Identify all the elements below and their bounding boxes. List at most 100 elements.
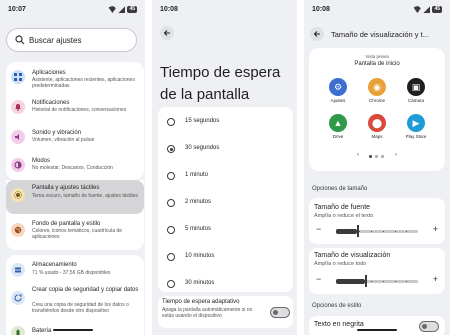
font-size-fill bbox=[336, 229, 357, 234]
slider-tick bbox=[359, 231, 361, 232]
app-name: Maps bbox=[371, 134, 383, 139]
back-button[interactable] bbox=[160, 26, 174, 40]
decrease-font-button[interactable]: − bbox=[316, 224, 321, 234]
preview-title: Pantalla de inicio bbox=[354, 61, 400, 67]
adaptive-timeout-toggle[interactable] bbox=[270, 307, 290, 318]
item-title: Notificaciones bbox=[32, 100, 70, 106]
page-title: Tamaño de visualización y t... bbox=[331, 30, 429, 39]
app-name: Drive bbox=[332, 134, 344, 139]
bold-text-toggle[interactable] bbox=[419, 321, 439, 332]
wifi-icon bbox=[108, 6, 117, 13]
gesture-handle[interactable] bbox=[52, 329, 93, 331]
adaptive-timeout-row[interactable]: Tiempo de espera adaptativo Apaga la pan… bbox=[158, 296, 293, 328]
item-subtitle: 71 % usado - 37,56 GB disponibles bbox=[32, 270, 111, 276]
search-bar[interactable]: Buscar ajustes bbox=[6, 28, 137, 52]
arrow-back-icon bbox=[163, 30, 170, 36]
increase-font-button[interactable]: + bbox=[433, 224, 438, 234]
app-name: Chrome bbox=[368, 98, 385, 103]
display-size-card: Tamaño de visualización Amplía o reduce … bbox=[309, 248, 445, 294]
display-size-thumb[interactable] bbox=[364, 275, 367, 287]
app-drive: ▲ Drive bbox=[323, 112, 353, 142]
settings-item-storage[interactable]: Almacenamiento 71 % usado - 37,56 GB dis… bbox=[6, 257, 144, 283]
option-5-minutes[interactable]: 5 minutos bbox=[158, 221, 293, 241]
slider-tick bbox=[371, 231, 373, 232]
radio-button[interactable] bbox=[167, 118, 175, 126]
settings-group-1: Aplicaciones Asistente, aplicaciones rec… bbox=[6, 62, 144, 180]
option-2-minutes[interactable]: 2 minutos bbox=[158, 194, 293, 214]
timeout-options: 15 segundos 30 segundos 1 minuto 2 minut… bbox=[158, 107, 293, 292]
option-1-minute[interactable]: 1 minuto bbox=[158, 167, 293, 187]
status-time: 10:08 bbox=[312, 6, 330, 13]
page-dot-active bbox=[369, 155, 372, 158]
display-size-slider[interactable]: − + bbox=[314, 274, 440, 287]
screen-timeout-panel: 10:08 Tiempo de espera de la pantalla 15… bbox=[152, 0, 297, 335]
section-header-size: Opciones de tamaño bbox=[312, 186, 368, 192]
option-30-seconds[interactable]: 30 segundos bbox=[158, 140, 293, 160]
option-10-minutes[interactable]: 10 minutos bbox=[158, 248, 293, 268]
settings-item-apps[interactable]: Aplicaciones Asistente, aplicaciones rec… bbox=[6, 64, 144, 92]
battery-icon bbox=[11, 326, 25, 335]
option-15-seconds[interactable]: 15 segundos bbox=[158, 113, 293, 133]
display-size-title: Tamaño de visualización bbox=[314, 252, 391, 259]
camera-icon: ▣ bbox=[407, 78, 425, 96]
search-placeholder: Buscar ajustes bbox=[29, 36, 82, 45]
slider-tick bbox=[406, 281, 408, 282]
option-label: 1 minuto bbox=[185, 172, 209, 178]
brightness-icon bbox=[11, 188, 25, 202]
item-title: Almacenamiento bbox=[32, 262, 77, 268]
palette-icon bbox=[11, 223, 25, 237]
settings-item-modes[interactable]: Modos No molestar, Descanso, Conducción bbox=[6, 152, 144, 178]
option-label: 10 minutos bbox=[185, 253, 215, 259]
display-size-fill bbox=[336, 279, 365, 284]
radio-button-selected[interactable] bbox=[167, 145, 175, 153]
slider-tick bbox=[382, 281, 384, 282]
gear-icon: ⚙ bbox=[329, 78, 347, 96]
status-time: 10:07 bbox=[8, 6, 26, 13]
app-name: Play Store bbox=[405, 134, 427, 139]
item-subtitle: Historial de notificaciones, conversacio… bbox=[32, 107, 127, 113]
settings-item-sound[interactable]: Sonido y vibración Volumen, vibración al… bbox=[6, 124, 144, 150]
radio-button[interactable] bbox=[167, 253, 175, 261]
font-size-thumb[interactable] bbox=[356, 225, 359, 237]
settings-group-3: Almacenamiento 71 % usado - 37,56 GB dis… bbox=[6, 255, 144, 335]
search-icon bbox=[15, 35, 25, 45]
app-name: Cámara bbox=[407, 98, 424, 103]
chevron-right-icon[interactable]: › bbox=[395, 152, 397, 158]
bell-icon bbox=[11, 100, 25, 114]
radio-button[interactable] bbox=[167, 199, 175, 207]
back-button[interactable] bbox=[310, 27, 324, 41]
increase-display-button[interactable]: + bbox=[433, 274, 438, 284]
settings-panel: 10:07 45 Buscar ajustes Aplicaciones Asi… bbox=[0, 0, 145, 335]
option-30-minutes[interactable]: 30 minutos bbox=[158, 275, 293, 295]
radio-button[interactable] bbox=[167, 280, 175, 288]
radio-button[interactable] bbox=[167, 172, 175, 180]
decrease-display-button[interactable]: − bbox=[316, 274, 321, 284]
item-title: Batería bbox=[32, 328, 52, 334]
item-title: Modos bbox=[32, 158, 51, 164]
status-bar: 10:07 45 bbox=[8, 6, 137, 16]
settings-item-backup[interactable]: Crear copia de seguridad y copiar datos … bbox=[6, 283, 144, 323]
status-bar: 10:08 bbox=[160, 6, 289, 16]
settings-item-display[interactable]: Pantalla y ajustes táctiles Tema oscuro,… bbox=[6, 180, 144, 214]
app-settings: ⚙ Ajustes bbox=[323, 76, 353, 106]
storage-icon bbox=[11, 263, 25, 277]
chevron-left-icon[interactable]: ‹ bbox=[357, 152, 359, 158]
gesture-handle[interactable] bbox=[357, 329, 397, 331]
settings-group-2: Pantalla y ajustes táctiles Tema oscuro,… bbox=[6, 180, 144, 250]
display-size-panel: 10:08 45 Tamaño de visualización y t... … bbox=[304, 0, 450, 335]
app-name: Ajustes bbox=[330, 98, 346, 103]
item-subtitle: Crea una copia de seguridad de los datos… bbox=[32, 302, 129, 314]
app-play-store: ▶ Play Store bbox=[401, 112, 431, 142]
slider-tick bbox=[394, 231, 396, 232]
option-label: 30 segundos bbox=[185, 145, 220, 151]
item-subtitle: No molestar, Descanso, Conducción bbox=[32, 165, 113, 171]
chrome-icon: ◉ bbox=[368, 78, 386, 96]
adaptive-title: Tiempo de espera adaptativo bbox=[162, 299, 240, 305]
settings-item-wallpaper[interactable]: Fondo de pantalla y estilo Colores, icon… bbox=[6, 217, 144, 247]
settings-item-notifications[interactable]: Notificaciones Historial de notificacion… bbox=[6, 94, 144, 122]
bold-text-row[interactable]: Texto en negrita bbox=[309, 316, 445, 335]
app-maps: ⬤ Maps bbox=[362, 112, 392, 142]
radio-button[interactable] bbox=[167, 226, 175, 234]
font-size-slider[interactable]: − + bbox=[314, 224, 440, 237]
preview-pager: ‹ › bbox=[357, 152, 397, 160]
